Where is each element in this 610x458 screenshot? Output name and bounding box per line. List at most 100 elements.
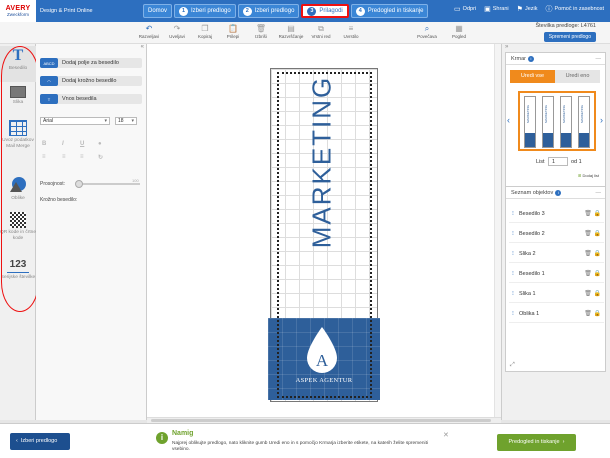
font-family-select[interactable]: Arial: [40, 117, 110, 125]
drag-handle-icon[interactable]: ⁝: [512, 265, 514, 283]
zoom-button[interactable]: ⌕ Povečava: [412, 24, 442, 39]
step-home[interactable]: Domov: [143, 4, 173, 18]
mini-label[interactable]: MARKETING: [578, 96, 590, 148]
arrange-button[interactable]: ▤ Razvrščanje: [276, 24, 306, 39]
row-actions[interactable]: 🗑 🔒: [584, 225, 601, 243]
sheet-total: od 1: [571, 159, 582, 165]
rotate-icon[interactable]: ↻: [98, 154, 103, 161]
arrange-icon: ▤: [287, 24, 295, 33]
add-sheet-icon: ⊞: [578, 173, 582, 178]
object-row[interactable]: ⁝ Slika 1 🗑 🔒: [509, 285, 604, 303]
edit-one-tab[interactable]: Uredi eno: [555, 70, 600, 83]
row-actions[interactable]: 🗑 🔒: [584, 285, 601, 303]
agency-text[interactable]: ASPEK AGENTUR: [268, 377, 380, 384]
align-center-icon[interactable]: ≡: [62, 154, 66, 160]
resize-icon[interactable]: ⤢: [510, 362, 515, 369]
view-button[interactable]: ▦ Pogled: [444, 24, 474, 39]
transparency-slider[interactable]: [75, 180, 140, 188]
prev-sheet-icon[interactable]: ‹: [507, 115, 510, 125]
add-curved-text-button[interactable]: ◠ Dodaj krožno besedilo: [40, 76, 142, 86]
open-link[interactable]: ▭ Odpri: [454, 4, 476, 14]
text-box-icon: ABCD: [40, 58, 58, 68]
undo-button[interactable]: ↶ Razveljavi: [134, 24, 164, 39]
order-icon: ⧉: [318, 24, 324, 33]
step-2[interactable]: 2 Izberi predlogo: [237, 4, 300, 18]
undo-icon: ↶: [145, 24, 153, 33]
step-4[interactable]: 4 Predogled in tiskanje: [350, 4, 429, 18]
redo-button[interactable]: ↷ Uveljavi: [162, 24, 192, 39]
drag-handle-icon[interactable]: ⁝: [512, 225, 514, 243]
italic-icon[interactable]: I: [62, 141, 64, 147]
sheet-label: List: [536, 159, 545, 165]
top-bar: AVERY Zweckform Design & Print Online Do…: [0, 0, 610, 22]
object-row[interactable]: ⁝ Besedilo 2 🗑 🔒: [509, 225, 604, 243]
scrollbar-thumb[interactable]: [151, 419, 491, 422]
step-navigation: Domov 1 Izberi predlogo 2 Izberi predlogo …: [143, 4, 430, 18]
info-icon[interactable]: i: [555, 190, 562, 196]
rail-highlight: [1, 46, 39, 312]
info-icon[interactable]: i: [527, 56, 534, 62]
drag-handle-icon[interactable]: ⁝: [512, 285, 514, 303]
avery-logo[interactable]: AVERY Zweckform: [0, 0, 36, 22]
step-1[interactable]: 1 Izberi predlogo: [174, 4, 236, 18]
close-hint-icon[interactable]: ✕: [443, 431, 449, 439]
preview-print-button[interactable]: Predogled in tiskanje ›: [497, 434, 576, 451]
help-link[interactable]: ⓘ Pomoč in zasebnost: [545, 4, 604, 14]
object-row[interactable]: ⁝ Besedilo 3 🗑 🔒: [509, 205, 604, 223]
zoom-icon: ⌕: [424, 24, 430, 33]
chevron-left-icon: ‹: [16, 438, 18, 444]
align-left-icon[interactable]: ≡: [42, 154, 46, 160]
mini-label[interactable]: MARKETING: [560, 96, 572, 148]
save-link[interactable]: ▣ Shrani: [484, 4, 509, 14]
mini-label[interactable]: MARKETING: [542, 96, 554, 148]
object-row[interactable]: ⁝ Besedilo 1 🗑 🔒: [509, 265, 604, 283]
color-icon[interactable]: ●: [98, 141, 102, 147]
bold-icon[interactable]: B: [42, 141, 46, 147]
align-right-icon[interactable]: ≡: [80, 154, 84, 160]
delete-button[interactable]: 🗑 Izbriši: [246, 24, 276, 39]
marketing-text[interactable]: MARKETING: [307, 76, 338, 249]
language-link[interactable]: ⚑ Jezik: [517, 4, 538, 14]
slider-handle[interactable]: [75, 180, 83, 188]
underline-icon[interactable]: U: [80, 141, 84, 147]
text-input-button[interactable]: T Vnos besedila: [40, 94, 142, 104]
step-3-customize[interactable]: 3 Prilagodi: [301, 4, 349, 18]
copy-button[interactable]: ❐ Kopiraj: [190, 24, 220, 39]
panel-expand-icon[interactable]: »: [505, 44, 508, 50]
drag-handle-icon[interactable]: ⁝: [512, 245, 514, 263]
grid-icon: ▦: [455, 24, 463, 33]
row-actions[interactable]: 🗑 🔒: [584, 245, 601, 263]
object-list-box: Seznam objektov i — ⁝ Besedilo 3 🗑 🔒 ⁝ Besedi…: [505, 186, 606, 372]
panel-collapse-icon[interactable]: «: [141, 44, 144, 50]
sheet-select[interactable]: 1: [548, 157, 568, 166]
object-list-header: Seznam objektov i —: [506, 187, 605, 199]
drag-handle-icon[interactable]: ⁝: [512, 305, 514, 323]
mini-label[interactable]: MARKETING: [524, 96, 536, 148]
row-actions[interactable]: 🗑 🔒: [584, 265, 601, 283]
right-panel: » Krmar i — Uredi vse Uredi eno ‹ › MARKET…: [501, 44, 610, 420]
row-actions[interactable]: 🗑 🔒: [584, 205, 601, 223]
transparency-value: 100: [132, 178, 139, 183]
minimize-icon[interactable]: —: [596, 187, 602, 199]
back-to-template-button[interactable]: ‹ Izberi predlogo: [10, 433, 70, 450]
change-template-button[interactable]: Spremeni predlogo: [543, 32, 596, 42]
folder-icon: ▭: [454, 6, 461, 13]
order-button[interactable]: ⧉ Vrstni red: [306, 24, 336, 39]
drop-logo-icon[interactable]: A: [303, 325, 341, 375]
minimize-icon[interactable]: —: [596, 53, 602, 65]
object-row[interactable]: ⁝ Slika 2 🗑 🔒: [509, 245, 604, 263]
row-actions[interactable]: 🗑 🔒: [584, 305, 601, 323]
object-row[interactable]: ⁝ Oblika 1 🗑 🔒: [509, 305, 604, 323]
sheet-thumbnail[interactable]: MARKETING MARKETING MARKETING MARKETING: [518, 91, 596, 151]
vertical-scrollbar[interactable]: [494, 44, 501, 417]
add-sheet-button[interactable]: ⊞ Dodaj list: [578, 173, 599, 178]
align-icon: ≡: [348, 24, 354, 33]
align-button[interactable]: ≡ Uvrstilo: [336, 24, 366, 39]
drag-handle-icon[interactable]: ⁝: [512, 205, 514, 223]
template-number: Številka predloge: L4761: [535, 23, 596, 29]
edit-all-tab[interactable]: Uredi vse: [510, 70, 555, 83]
paste-button[interactable]: 📋 Prilepi: [218, 24, 248, 39]
font-size-select[interactable]: 18: [115, 117, 137, 125]
add-text-box-button[interactable]: ABCD Dodaj polje za besedilo: [40, 58, 142, 68]
next-sheet-icon[interactable]: ›: [600, 115, 603, 125]
